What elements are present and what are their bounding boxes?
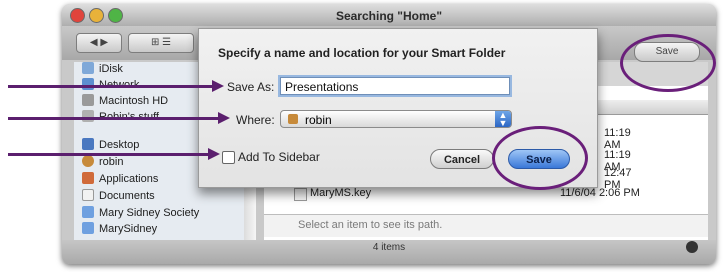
- sidebar-item-documents[interactable]: Documents: [82, 189, 155, 205]
- arrowhead-icon: [212, 80, 224, 92]
- sidebar-item-applications[interactable]: Applications: [82, 172, 158, 188]
- annotation-arrow-where: [8, 117, 220, 120]
- arrowhead-icon: [218, 112, 230, 124]
- annotation-arrow-add-to-sidebar: [8, 153, 210, 156]
- save-as-field[interactable]: Presentations: [280, 77, 510, 95]
- keynote-file-icon: [294, 188, 307, 201]
- home-icon: [82, 155, 94, 167]
- sidebar-item-label: Macintosh HD: [99, 95, 169, 107]
- network-icon: [82, 78, 94, 90]
- dialog-heading: Specify a name and location for your Sma…: [218, 46, 506, 60]
- documents-icon: [82, 189, 94, 201]
- where-popup[interactable]: robin ▲ ▼: [280, 110, 512, 128]
- view-buttons[interactable]: ⊞ ☰: [128, 33, 194, 53]
- sidebar-item-label: iDisk: [99, 63, 123, 75]
- desktop-icon: [82, 138, 94, 150]
- applications-icon: [82, 172, 94, 184]
- result-name: MaryMS.key: [310, 187, 372, 199]
- sidebar-item-label: robin: [99, 156, 124, 168]
- sidebar-item-label: MarySidney: [99, 223, 158, 235]
- where-value: robin: [305, 113, 332, 127]
- view-mode-icon: ⊞ ☰: [150, 37, 172, 48]
- where-label: Where:: [236, 113, 275, 127]
- forward-arrow-icon: ▶: [100, 37, 109, 48]
- disk-icon: [82, 110, 94, 122]
- result-date: 11/6/04 2:06 PM: [560, 187, 640, 199]
- sidebar-item-marysidney[interactable]: MarySidney: [82, 222, 157, 238]
- cancel-button[interactable]: Cancel: [430, 149, 494, 169]
- harddisk-icon: [82, 94, 94, 106]
- annotation-circle-toolbar-save: [620, 34, 716, 92]
- idisk-icon: [82, 62, 94, 74]
- folder-icon: [82, 222, 94, 234]
- folder-icon: [82, 206, 94, 218]
- sidebar-item-macintosh-hd[interactable]: Macintosh HD: [82, 94, 168, 110]
- resize-icon[interactable]: [686, 241, 698, 253]
- status-text: 4 items: [372, 242, 406, 253]
- popup-arrows-icon: ▲ ▼: [495, 111, 511, 128]
- sidebar-item-label: Documents: [99, 190, 155, 202]
- sidebar-item-idisk[interactable]: iDisk: [82, 62, 123, 78]
- back-forward-button[interactable]: ◀ ▶: [76, 33, 122, 53]
- sidebar-item-robin[interactable]: robin: [82, 155, 123, 171]
- sidebar-item-label: Mary Sidney Society: [99, 207, 200, 219]
- add-to-sidebar-label: Add To Sidebar: [238, 150, 320, 164]
- add-to-sidebar-checkbox[interactable]: [222, 151, 235, 164]
- annotation-arrow-save-as: [8, 85, 214, 88]
- arrowhead-icon: [208, 148, 220, 160]
- home-icon: [288, 114, 298, 124]
- save-as-label: Save As:: [227, 80, 275, 94]
- window-title: Searching "Home": [335, 9, 443, 23]
- path-placeholder: Select an item to see its path.: [298, 219, 443, 231]
- sidebar-item-label: Applications: [99, 173, 159, 185]
- back-arrow-icon: ◀: [89, 37, 98, 48]
- sidebar-item-label: Desktop: [99, 139, 140, 151]
- sidebar-item-mary-sidney-society[interactable]: Mary Sidney Society: [82, 206, 199, 222]
- sidebar-item-desktop[interactable]: Desktop: [82, 138, 139, 154]
- annotation-circle-save-button: [492, 126, 588, 190]
